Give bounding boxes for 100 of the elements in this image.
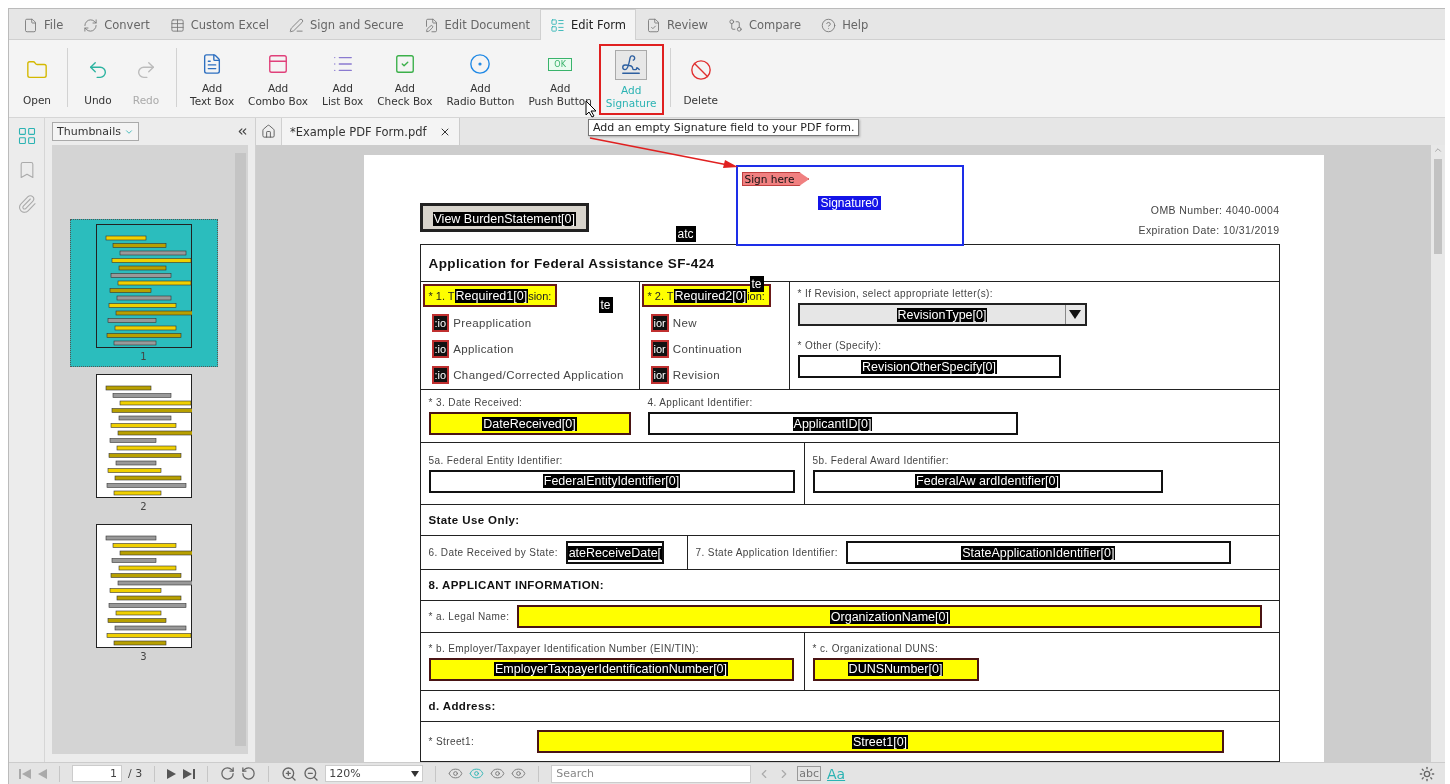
rotate-counterclockwise-icon[interactable] (241, 766, 257, 781)
field-label: 5b. Federal Award Identifier: (812, 454, 950, 466)
omb-number: OMB Number: 4040-0004 (1150, 204, 1280, 216)
view-mode-button[interactable] (448, 766, 464, 781)
add-check-box-button[interactable]: Add Check Box (370, 44, 440, 115)
field-label: 4. Applicant Identifier: (647, 397, 754, 408)
delete-button[interactable]: Delete (676, 44, 725, 115)
radio-field[interactable]: ior (650, 366, 669, 384)
menu-tab[interactable]: Help (811, 9, 879, 40)
signature-field[interactable]: Sign here Signature0 (735, 165, 964, 246)
text-field[interactable]: Street1[0] (536, 730, 1224, 753)
text-field[interactable]: FederalAw ardIdentifier[0] (812, 469, 1163, 493)
field-label: 5a. Federal Entity Identifier: (428, 454, 564, 466)
home-icon (261, 124, 276, 139)
option-label: Application (453, 343, 514, 355)
required-field[interactable]: * 1. TRequired1[0]sion: (422, 284, 558, 307)
zoom-in-icon[interactable] (281, 765, 298, 782)
radio-field[interactable]: ior (650, 314, 669, 332)
text-field[interactable]: ateReceiveDate[ (565, 541, 664, 564)
scrollbar[interactable] (1431, 145, 1445, 762)
field-name: Required2[0] (673, 288, 748, 303)
menu-tab[interactable]: Review (635, 9, 718, 40)
thumbnails-icon[interactable] (16, 126, 37, 146)
add-combo-box-button[interactable]: Add Combo Box (241, 44, 316, 115)
add-text-box-button[interactable]: Add Text Box (183, 44, 242, 115)
text-field[interactable]: EmployerTaxpayerIdentificationNumber[0] (428, 657, 794, 681)
file-icon (23, 17, 38, 33)
page-number: 3 (140, 651, 147, 662)
view-mode-button[interactable] (469, 766, 485, 781)
page-thumbnail[interactable]: 1 (69, 219, 218, 367)
document-tab[interactable]: *Example PDF Form.pdf (282, 118, 460, 145)
add-list-box-button[interactable]: Add List Box (315, 44, 371, 115)
menu-tab[interactable]: Custom Excel (159, 9, 279, 40)
home-button[interactable] (256, 118, 282, 145)
menu-tab[interactable]: Sign and Secure (278, 9, 414, 40)
convert-icon (83, 17, 99, 33)
text-field[interactable]: RevisionOtherSpecify[0] (797, 355, 1061, 378)
radio-icon (469, 53, 492, 75)
expiration-date: Expiration Date: 10/31/2019 (1138, 224, 1280, 236)
next-page-icon[interactable] (167, 767, 178, 780)
field-label: 6. Date Received by State: (428, 547, 558, 558)
brightness-icon[interactable] (1419, 765, 1435, 782)
zoom-out-icon[interactable] (303, 765, 320, 782)
add-radio-button-button[interactable]: Add Radio Button (439, 44, 522, 115)
field-label: * If Revision, select appropriate letter(s): (797, 288, 994, 299)
menu-tab[interactable]: File (13, 9, 74, 40)
checkbox-icon (393, 53, 416, 75)
rotate-clockwise-icon[interactable] (220, 766, 236, 781)
form-title: Application for Federal Assistance SF-424 (428, 255, 715, 271)
search-field[interactable]: Search (551, 764, 752, 783)
page-number-field[interactable]: 1 (72, 765, 122, 782)
radio-field[interactable]: ior (650, 340, 669, 358)
first-page-icon[interactable] (19, 767, 31, 780)
text-field[interactable]: DateReceived[0] (428, 412, 631, 435)
undo-icon (87, 59, 109, 81)
scroll-up-icon[interactable] (1433, 145, 1443, 155)
page-number: 1 (140, 351, 147, 362)
radio-field[interactable]: :io (431, 314, 450, 332)
option-label: Preapplication (453, 317, 532, 329)
field-label: * 3. Date Received: (428, 397, 524, 408)
text-field[interactable]: FederalEntityIdentifier[0] (428, 469, 795, 493)
text-field[interactable]: ApplicantID[0] (647, 412, 1018, 435)
view-mode-button[interactable] (490, 766, 506, 781)
search-option-button[interactable]: abc (797, 766, 821, 781)
add-push-button-button[interactable]: OK Add Push Button (521, 44, 599, 115)
text-field[interactable]: DUNSNumber[0] (812, 657, 979, 681)
menu-tab[interactable]: Compare (717, 9, 812, 40)
panel-view-dropdown[interactable]: Thumbnails (52, 122, 139, 141)
zoom-dropdown[interactable]: 120% (325, 765, 424, 782)
radio-field[interactable]: :io (431, 340, 450, 358)
combo-box-icon (267, 53, 290, 75)
attachment-icon[interactable] (16, 194, 37, 214)
view-mode-button[interactable] (511, 766, 527, 781)
field-label: * 1. T (428, 289, 455, 302)
push-button-icon: OK (548, 57, 572, 71)
radio-field[interactable]: :io (431, 366, 450, 384)
menu-tab[interactable]: Convert (73, 9, 160, 40)
combo-box-field[interactable]: RevisionType[0] (797, 303, 1087, 326)
scroll-thumb[interactable] (1434, 159, 1442, 254)
field-label: * c. Organizational DUNS: (812, 642, 940, 654)
pen-icon (288, 17, 304, 33)
menu-tab[interactable]: Edit Document (413, 9, 540, 40)
open-button[interactable]: Open (13, 44, 61, 115)
text-field[interactable]: OrganizationName[0] (517, 605, 1263, 628)
compare-icon (727, 17, 743, 33)
dropdown-arrow-icon (1069, 310, 1081, 319)
option-label: Continuation (672, 343, 743, 355)
field-label: 7. State Application Identifier: (695, 547, 838, 558)
page-thumbnail[interactable]: 3 (69, 519, 218, 667)
last-page-icon[interactable] (183, 767, 196, 780)
menu-tab[interactable]: Edit Form (540, 9, 636, 40)
option-label: Revision (672, 369, 721, 381)
burden-statement-button[interactable]: View BurdenStatement[0] (419, 203, 590, 232)
previous-page-icon[interactable] (37, 767, 47, 780)
collapse-panel-icon[interactable] (236, 125, 249, 138)
page-thumbnail[interactable]: 2 (69, 369, 218, 517)
undo-button[interactable]: Undo (74, 44, 122, 115)
page-number: 2 (140, 501, 147, 512)
section-heading: State Use Only: (420, 505, 1279, 536)
text-field[interactable]: StateApplicationIdentifier[0] (845, 541, 1231, 564)
